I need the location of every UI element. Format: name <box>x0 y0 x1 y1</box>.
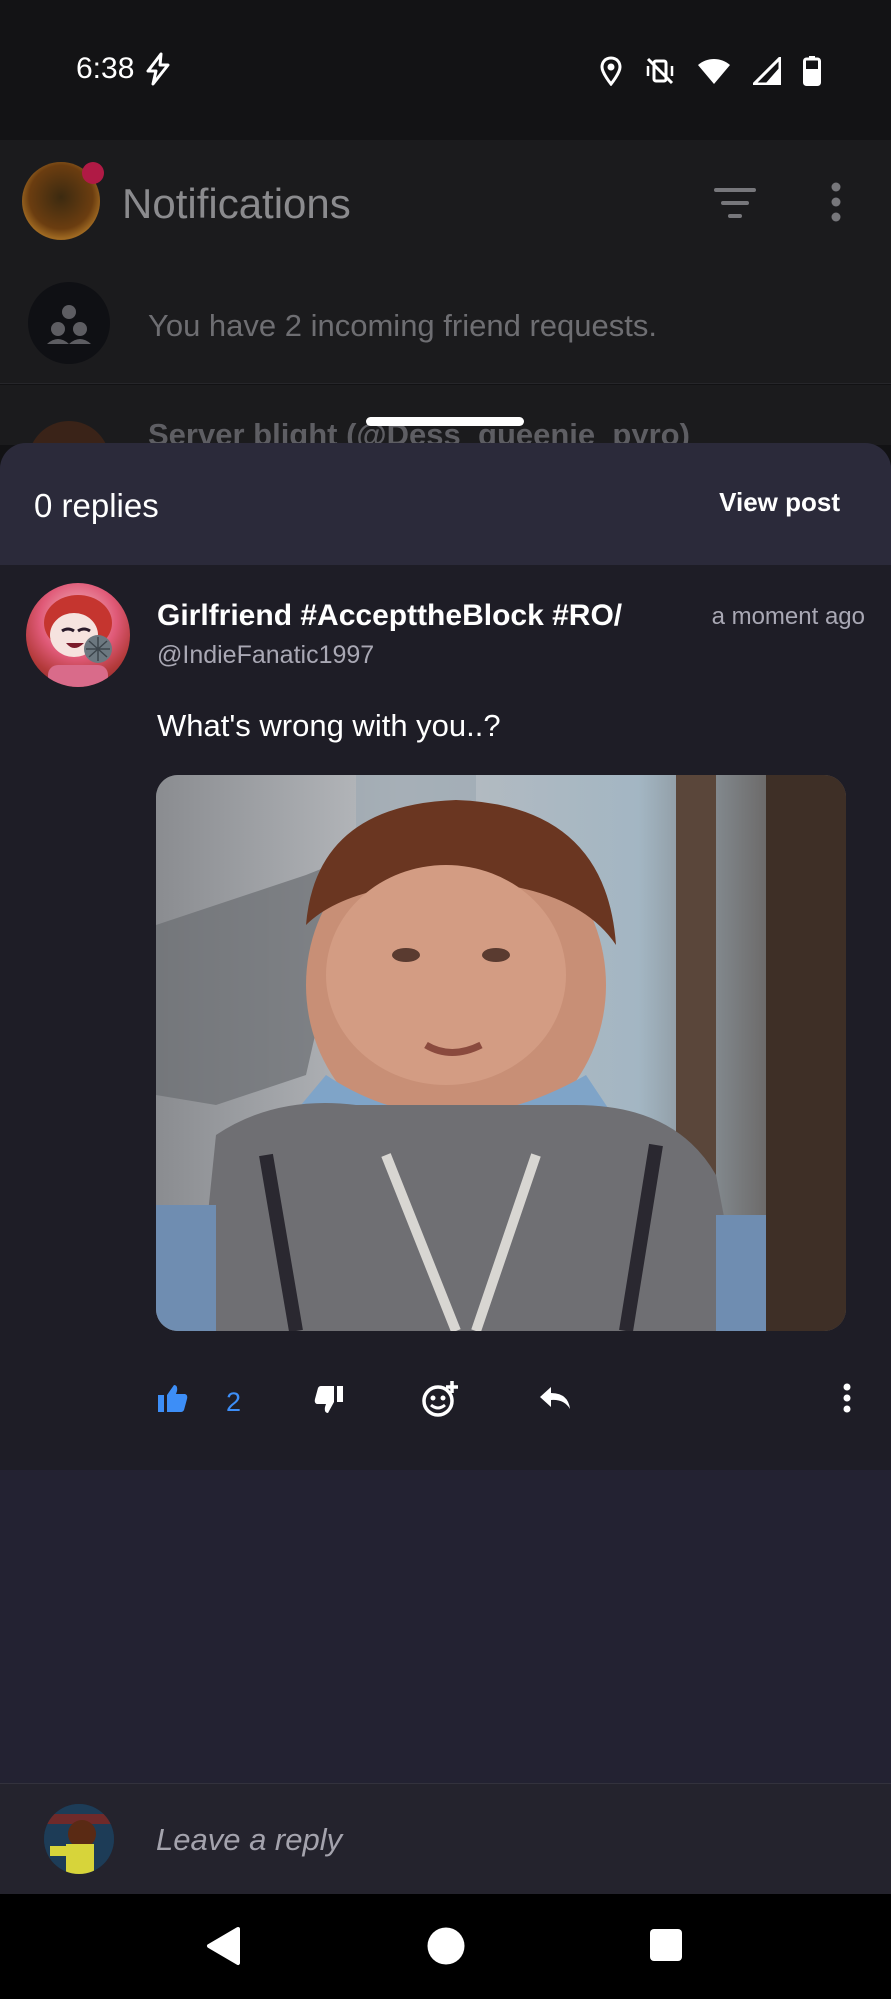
recents-icon[interactable] <box>649 1928 683 1967</box>
friends-icon <box>28 282 110 364</box>
post-image[interactable] <box>156 775 846 1331</box>
post-body: What's wrong with you..? <box>157 708 501 743</box>
notification-dot <box>82 162 104 184</box>
reply-icon[interactable] <box>538 1385 572 1416</box>
friend-requests-row[interactable]: You have 2 incoming friend requests. <box>0 270 891 384</box>
post: Girlfriend #AccepttheBlock #RO/ a moment… <box>0 565 891 1470</box>
battery-icon <box>803 56 821 91</box>
sheet-drag-handle[interactable] <box>366 417 524 426</box>
author-handle[interactable]: @IndieFanatic1997 <box>157 641 374 670</box>
filter-icon[interactable] <box>714 186 756 225</box>
signal-icon <box>752 56 782 90</box>
wifi-icon <box>697 57 731 90</box>
author-name[interactable]: Girlfriend #AccepttheBlock #RO/ <box>157 599 657 633</box>
status-time: 6:38 <box>76 52 135 85</box>
post-actions: 2 <box>0 1375 891 1435</box>
more-vert-icon[interactable] <box>830 182 842 227</box>
status-bar: 6:38 <box>0 0 891 140</box>
post-more-icon[interactable] <box>842 1383 852 1418</box>
add-reaction-icon[interactable] <box>422 1379 460 1424</box>
thumbs-up-icon[interactable] <box>157 1383 189 1418</box>
like-count: 2 <box>226 1387 242 1417</box>
replies-count: 0 replies <box>34 487 159 524</box>
notifications-header: Notifications <box>0 140 891 270</box>
replies-sheet: 0 replies View post Girlfriend #Acceptth… <box>0 443 891 1894</box>
server-notification-row[interactable]: Server blight (@Dess_queenie_pyro) <box>0 385 891 445</box>
view-post-button[interactable]: View post <box>719 487 840 518</box>
thumbs-down-icon[interactable] <box>314 1385 344 1420</box>
sheet-header: 0 replies View post <box>0 443 891 565</box>
reply-input[interactable]: Leave a reply <box>156 1822 342 1858</box>
charging-bolt-icon <box>142 52 174 91</box>
reply-bar: Leave a reply <box>0 1783 891 1894</box>
author-avatar[interactable] <box>26 583 130 687</box>
user-avatar <box>44 1804 114 1874</box>
status-icons <box>599 56 821 91</box>
friend-requests-text: You have 2 incoming friend requests. <box>148 308 657 343</box>
post-timestamp: a moment ago <box>711 603 865 630</box>
page-title: Notifications <box>122 180 351 227</box>
location-icon <box>599 56 623 91</box>
vibrate-off-icon <box>645 56 675 91</box>
server-avatar <box>28 421 110 445</box>
back-icon[interactable] <box>204 1926 242 1971</box>
profile-avatar[interactable] <box>22 162 104 240</box>
home-icon[interactable] <box>426 1926 466 1971</box>
navigation-bar <box>0 1894 891 1999</box>
